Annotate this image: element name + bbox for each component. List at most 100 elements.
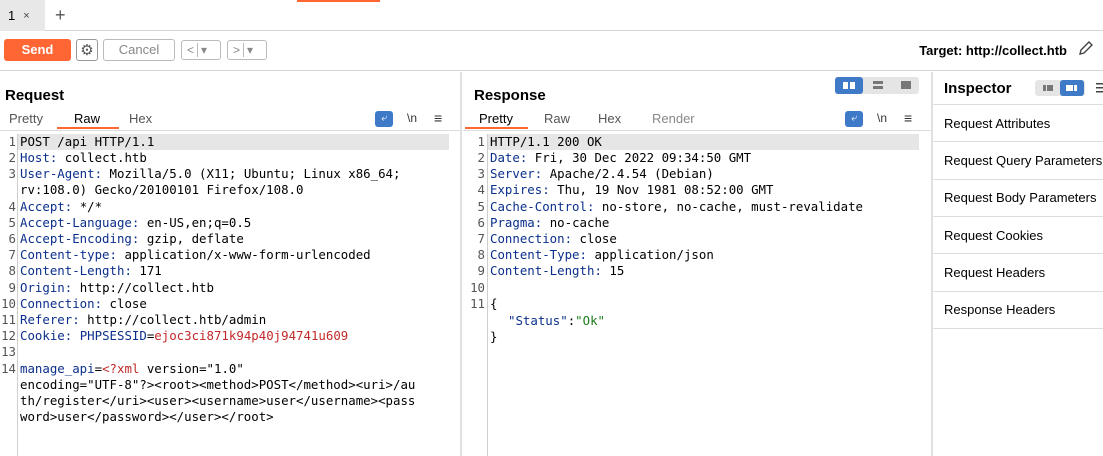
close-icon[interactable]: × bbox=[23, 10, 29, 22]
add-tab-icon[interactable]: + bbox=[55, 5, 66, 26]
chevron-down-icon[interactable]: ▾ bbox=[247, 43, 253, 57]
pane-divider[interactable] bbox=[931, 72, 933, 456]
menu-icon[interactable]: ≡ bbox=[434, 110, 442, 126]
forward-button[interactable]: > ▾ bbox=[227, 40, 267, 60]
line-number: 3 bbox=[477, 166, 485, 181]
line-number: 3 bbox=[8, 166, 16, 181]
request-body-line: th/register</uri><user><username>user</u… bbox=[20, 393, 416, 408]
tab-raw[interactable]: Raw bbox=[74, 111, 100, 126]
back-icon: < bbox=[187, 43, 195, 57]
inspector-item-request-headers[interactable]: Request Headers bbox=[944, 265, 1045, 280]
line-number: 11 bbox=[470, 296, 485, 311]
response-header-line: Cache-Control: no-store, no-cache, must-… bbox=[490, 199, 864, 214]
request-header-line: Accept: */* bbox=[20, 199, 103, 214]
request-body-line: manage_api=<?xml version="1.0" bbox=[20, 361, 244, 376]
request-header-line: Host: collect.htb bbox=[20, 150, 147, 165]
response-header-line: Server: Apache/2.4.54 (Debian) bbox=[490, 166, 714, 181]
response-header-line: Content-Type: application/json bbox=[490, 247, 714, 262]
tab-1-label: 1 bbox=[8, 8, 16, 23]
inspector-layout-right-icon[interactable] bbox=[1060, 80, 1084, 96]
inspector-layout-left-icon[interactable] bbox=[1037, 81, 1059, 95]
pane-divider[interactable] bbox=[460, 72, 462, 456]
request-header-line: Accept-Language: en-US,en;q=0.5 bbox=[20, 215, 252, 230]
request-header-line: Content-Length: 171 bbox=[20, 263, 162, 278]
line-number: 5 bbox=[8, 215, 16, 230]
line-number: 8 bbox=[477, 247, 485, 262]
line-number: 8 bbox=[8, 263, 16, 278]
request-header-line: User-Agent: Mozilla/5.0 (X11; Ubuntu; Li… bbox=[20, 166, 401, 181]
line-number: 2 bbox=[477, 150, 485, 165]
json-status-pair: "Status":"Ok" bbox=[508, 313, 605, 328]
line-number: 4 bbox=[477, 182, 485, 197]
inspector-item-request-query-parameters[interactable]: Request Query Parameters bbox=[944, 153, 1102, 168]
request-header-line: Referer: http://collect.htb/admin bbox=[20, 312, 267, 327]
line-number: 1 bbox=[8, 134, 16, 149]
edit-target-icon[interactable] bbox=[1077, 39, 1095, 62]
tab-1[interactable]: 1 × bbox=[0, 0, 45, 31]
wrap-lines-icon[interactable]: ⤶ bbox=[375, 111, 393, 127]
inspector-item-request-attributes[interactable]: Request Attributes bbox=[944, 116, 1050, 131]
line-number: 10 bbox=[1, 296, 16, 311]
request-title: Request bbox=[5, 87, 65, 104]
json-open-brace: { bbox=[490, 296, 498, 311]
response-header-line: Expires: Thu, 19 Nov 1981 08:52:00 GMT bbox=[490, 182, 774, 197]
line-number: 6 bbox=[477, 215, 485, 230]
request-header-line: Accept-Encoding: gzip, deflate bbox=[20, 231, 244, 246]
menu-icon[interactable]: ≡ bbox=[904, 110, 912, 126]
line-number: 11 bbox=[1, 312, 16, 327]
chevron-down-icon[interactable]: ▾ bbox=[201, 43, 207, 57]
line-number: 2 bbox=[8, 150, 16, 165]
line-number: 9 bbox=[477, 263, 485, 278]
forward-icon: > bbox=[233, 43, 241, 57]
response-header-line: Content-Length: 15 bbox=[490, 263, 625, 278]
newline-toggle-icon[interactable]: \n bbox=[877, 111, 887, 125]
request-line: POST /api HTTP/1.1 bbox=[20, 134, 155, 149]
request-header-continuation: rv:108.0) Gecko/20100101 Firefox/108.0 bbox=[20, 182, 304, 197]
inspector-item-request-cookies[interactable]: Request Cookies bbox=[944, 228, 1043, 243]
send-button[interactable]: Send bbox=[4, 39, 71, 61]
inspector-menu-icon[interactable] bbox=[1095, 80, 1103, 96]
tab-render[interactable]: Render bbox=[652, 111, 695, 126]
response-header-line: Pragma: no-cache bbox=[490, 215, 610, 230]
inspector-item-response-headers[interactable]: Response Headers bbox=[944, 302, 1055, 317]
line-number: 7 bbox=[8, 247, 16, 262]
line-number: 9 bbox=[8, 280, 16, 295]
line-number: 14 bbox=[1, 361, 16, 376]
layout-tabs-icon[interactable] bbox=[893, 77, 919, 94]
back-button[interactable]: < ▾ bbox=[181, 40, 221, 60]
tab-raw[interactable]: Raw bbox=[544, 111, 570, 126]
cookie-header-line: Cookie: PHPSESSID=ejoc3ci871k94p40j94741… bbox=[20, 328, 349, 343]
line-number: 12 bbox=[1, 328, 16, 343]
tab-pretty[interactable]: Pretty bbox=[479, 111, 513, 126]
layout-side-by-side-icon[interactable] bbox=[835, 77, 863, 94]
wrap-lines-icon[interactable]: ⤶ bbox=[845, 111, 863, 127]
line-number: 5 bbox=[477, 199, 485, 214]
active-tab-underline bbox=[465, 127, 528, 129]
line-number: 1 bbox=[477, 134, 485, 149]
line-number: 6 bbox=[8, 231, 16, 246]
line-number: 4 bbox=[8, 199, 16, 214]
inspector-item-request-body-parameters[interactable]: Request Body Parameters bbox=[944, 190, 1096, 205]
line-number: 10 bbox=[470, 280, 485, 295]
tab-pretty[interactable]: Pretty bbox=[9, 111, 43, 126]
line-number: 7 bbox=[477, 231, 485, 246]
layout-stacked-icon[interactable] bbox=[865, 77, 891, 94]
request-header-line: Content-type: application/x-www-form-url… bbox=[20, 247, 371, 262]
cancel-button[interactable]: Cancel bbox=[103, 39, 175, 61]
tab-indicator bbox=[297, 0, 380, 2]
request-header-line: Origin: http://collect.htb bbox=[20, 280, 214, 295]
tab-hex[interactable]: Hex bbox=[129, 111, 152, 126]
tab-bar bbox=[0, 0, 1103, 31]
response-header-line: Date: Fri, 30 Dec 2022 09:34:50 GMT bbox=[490, 150, 752, 165]
request-body-line: encoding="UTF-8"?><root><method>POST</me… bbox=[20, 377, 416, 392]
target-label: Target: http://collect.htb bbox=[919, 43, 1067, 58]
newline-toggle-icon[interactable]: \n bbox=[407, 111, 417, 125]
response-title: Response bbox=[474, 87, 546, 104]
line-number: 13 bbox=[1, 344, 16, 359]
response-header-line: Connection: close bbox=[490, 231, 617, 246]
active-tab-underline bbox=[57, 127, 119, 129]
gear-icon[interactable]: ⚙ bbox=[76, 39, 98, 61]
request-header-line: Connection: close bbox=[20, 296, 147, 311]
inspector-title: Inspector bbox=[944, 80, 1012, 97]
tab-hex[interactable]: Hex bbox=[598, 111, 621, 126]
